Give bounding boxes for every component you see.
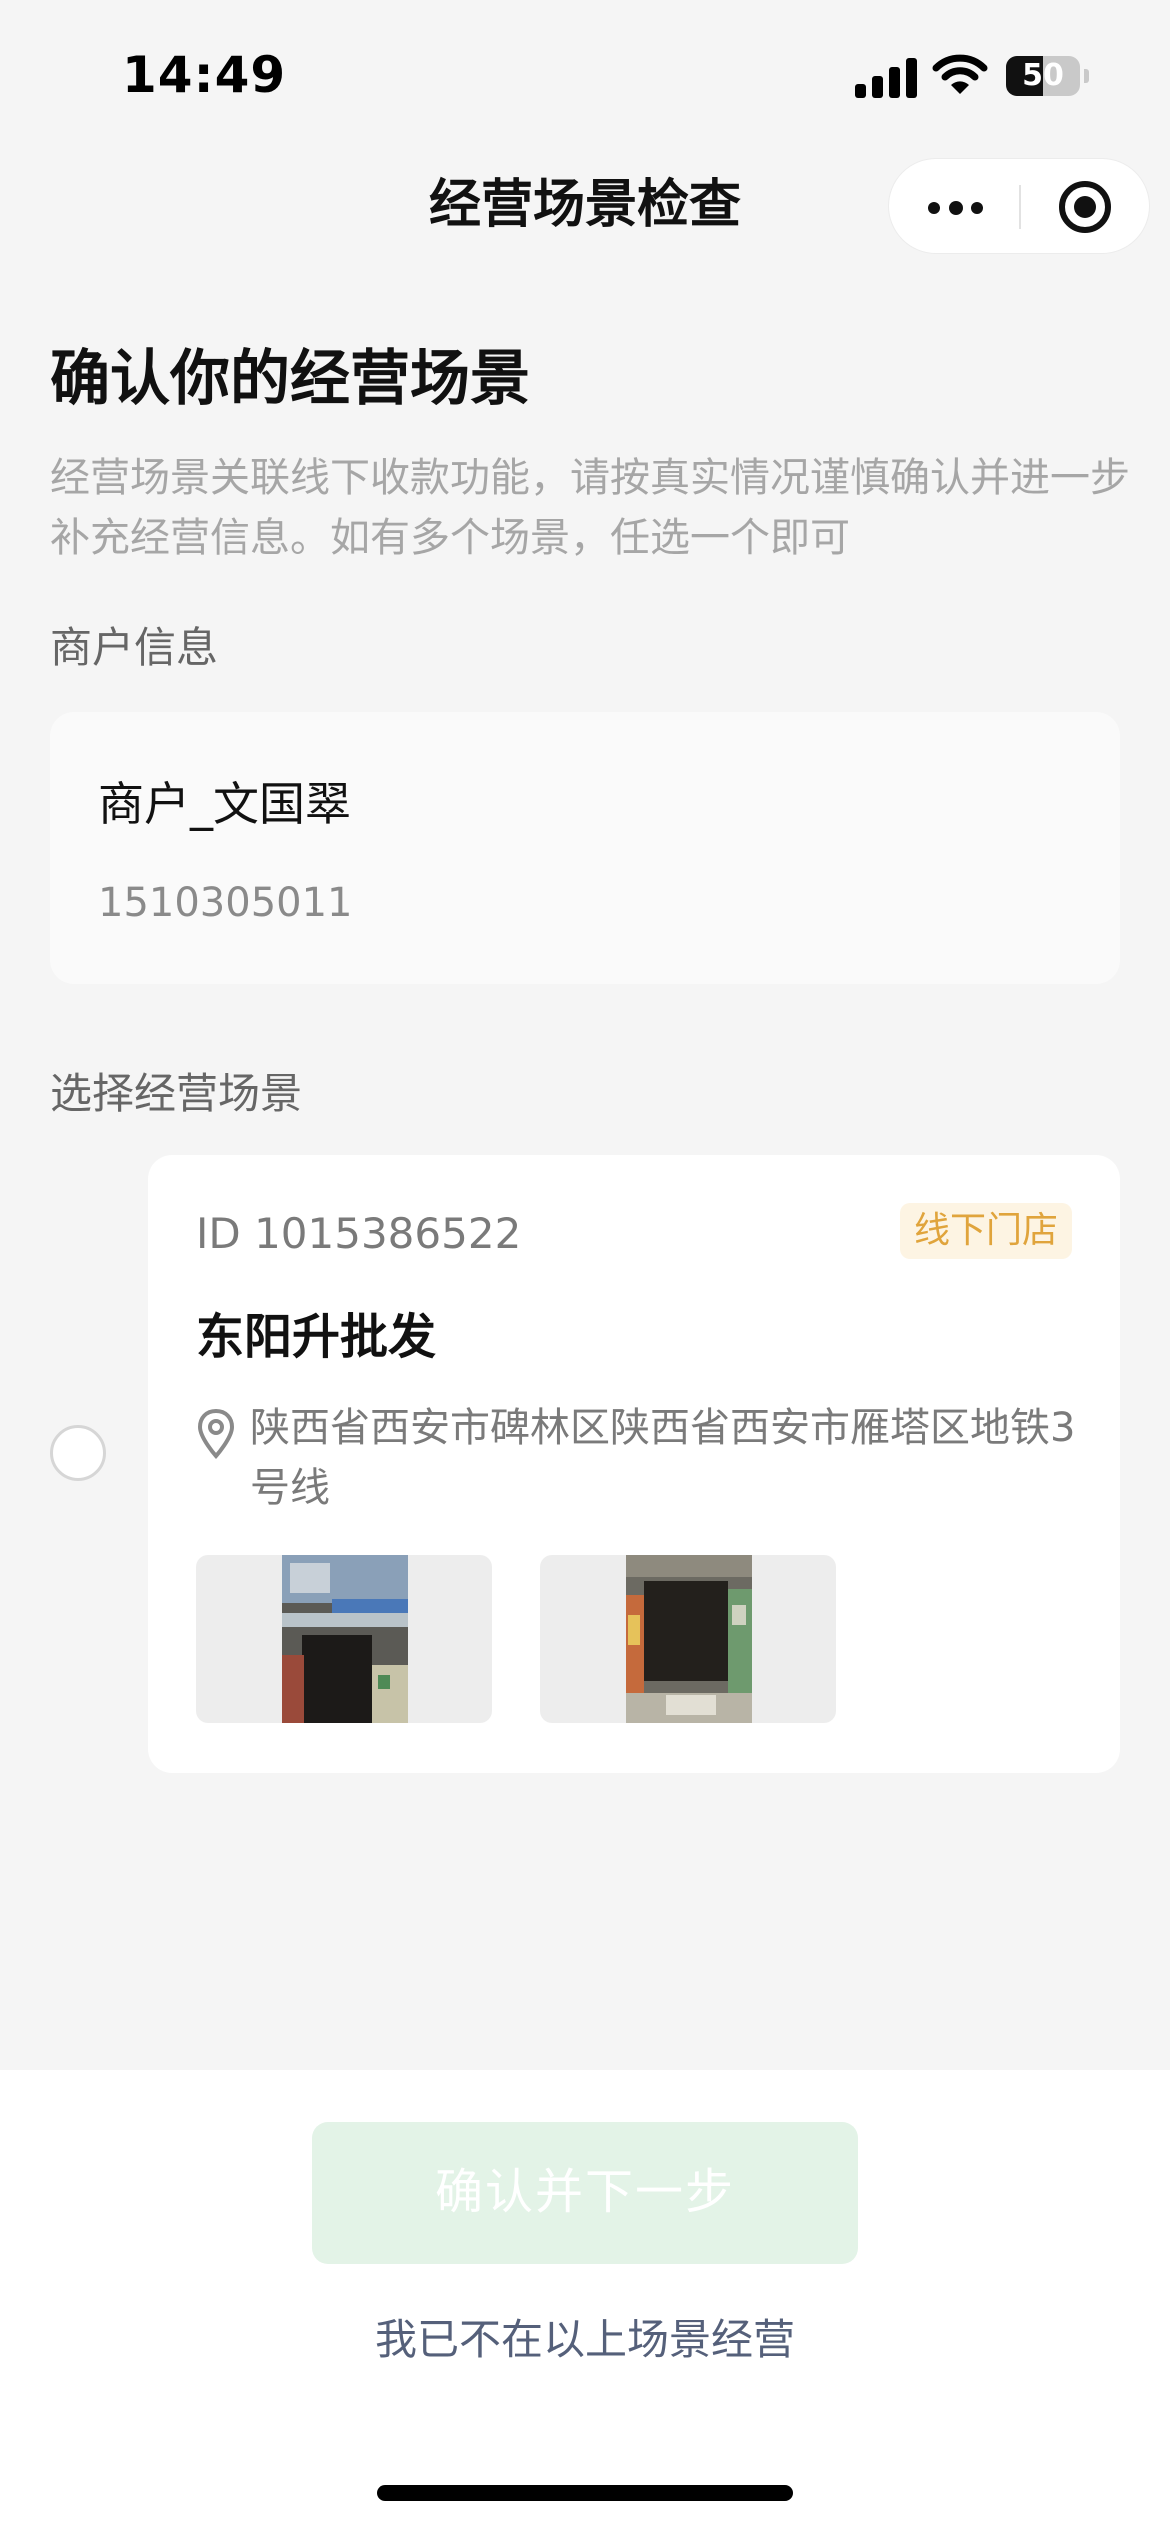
merchant-name: 商户_文国翠: [98, 777, 351, 831]
storefront-photo-2: [626, 1555, 752, 1723]
location-pin-icon: [196, 1408, 236, 1460]
mini-program-capsule: [888, 158, 1150, 254]
scene-photo[interactable]: [196, 1555, 492, 1723]
scene-id: ID 1015386522: [196, 1209, 522, 1258]
scene-address: 陕西省西安市碑林区陕西省西安市雁塔区地铁3号线: [250, 1405, 1076, 1511]
more-dots-icon[interactable]: [889, 159, 1020, 255]
target-icon[interactable]: [1020, 159, 1151, 255]
scene-section-label: 选择经营场景: [50, 1069, 303, 1118]
battery-level-text: 50: [1022, 58, 1064, 93]
status-bar: 14:49 50: [0, 0, 1170, 150]
scene-card[interactable]: ID 1015386522 线下门店 东阳升批发 陕西省西安市碑林区陕西省西安市…: [148, 1155, 1120, 1773]
merchant-id: 1510305011: [98, 880, 353, 926]
confirm-next-button[interactable]: 确认并下一步: [312, 2122, 858, 2264]
scene-name: 东阳升批发: [196, 1309, 437, 1365]
scene-type-badge: 线下门店: [899, 1203, 1072, 1259]
merchant-section-label: 商户信息: [50, 623, 219, 672]
storefront-photo-1: [282, 1555, 408, 1723]
signal-icon: [855, 58, 917, 98]
not-operating-here-link[interactable]: 我已不在以上场景经营: [0, 2306, 1170, 2367]
bottom-action-area: 确认并下一步 我已不在以上场景经营: [0, 2070, 1170, 2532]
page-heading: 确认你的经营场景: [50, 344, 530, 414]
page-description: 经营场景关联线下收款功能，请按真实情况谨慎确认并进一步补充经营信息。如有多个场景…: [50, 455, 1130, 561]
wifi-icon: [932, 52, 988, 96]
home-indicator: [377, 2485, 793, 2501]
scene-photo[interactable]: [540, 1555, 836, 1723]
battery-icon: 50: [1006, 56, 1089, 96]
scene-radio[interactable]: [50, 1425, 106, 1481]
merchant-card: 商户_文国翠 1510305011: [50, 712, 1120, 984]
status-time: 14:49: [122, 46, 287, 104]
